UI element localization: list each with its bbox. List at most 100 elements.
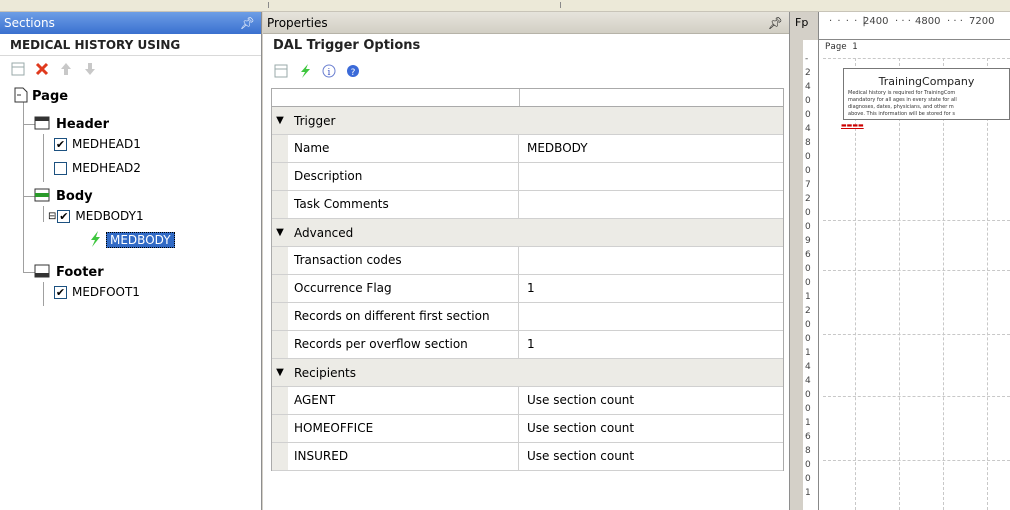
property-grid-header <box>271 88 784 107</box>
property-name: Records on different first section <box>288 303 519 330</box>
move-down-icon[interactable] <box>82 61 98 77</box>
section-checkbox[interactable]: ✔ <box>54 285 67 299</box>
property-row[interactable]: Transaction codes <box>272 247 783 275</box>
property-value[interactable]: 1 <box>519 275 783 302</box>
property-name: Task Comments <box>288 191 519 218</box>
property-row[interactable]: HOMEOFFICE Use section count <box>272 415 783 443</box>
property-name: Transaction codes <box>288 247 519 274</box>
ruler-label: 4800 <box>915 16 941 27</box>
collapse-triangle-icon[interactable]: ▼ <box>272 115 288 126</box>
property-grid: ▼ Trigger Name MEDBODY Description Task Comme… <box>271 106 784 471</box>
properties-pane: Properties 📌︎ DAL Trigger Options i ? ▼ T… <box>263 12 790 510</box>
sections-toolbar <box>0 56 261 82</box>
property-category[interactable]: ▼ Trigger <box>272 107 783 135</box>
property-row[interactable]: AGENT Use section count <box>272 387 783 415</box>
tree-node-label: Page <box>32 88 69 104</box>
property-value[interactable]: 1 <box>519 331 783 358</box>
info-icon[interactable]: i <box>321 63 337 79</box>
property-value[interactable] <box>519 247 783 274</box>
delete-icon[interactable] <box>34 61 50 77</box>
help-icon[interactable]: ? <box>345 63 361 79</box>
pin-icon[interactable]: 📌︎ <box>768 12 783 34</box>
footer-section-icon <box>34 264 50 281</box>
page-label: Page 1 <box>825 42 858 52</box>
properties-header-label: Properties <box>267 16 328 30</box>
property-row[interactable]: INSURED Use section count <box>272 443 783 471</box>
property-row[interactable]: Records per overflow section 1 <box>272 331 783 359</box>
property-category[interactable]: ▼ Recipients <box>272 359 783 387</box>
property-name: INSURED <box>288 443 519 470</box>
property-row[interactable]: Records on different first section <box>272 303 783 331</box>
tree-node-medfoot1[interactable]: ✔ MEDFOOT1 <box>54 282 140 302</box>
tree-node-medhead2[interactable]: MEDHEAD2 <box>54 158 141 178</box>
tree-node-trigger[interactable]: MEDBODY <box>88 230 175 250</box>
property-row[interactable]: Occurrence Flag 1 <box>272 275 783 303</box>
property-value[interactable] <box>519 191 783 218</box>
sections-header-label: Sections <box>4 16 55 30</box>
property-name: Occurrence Flag <box>288 275 519 302</box>
top-ruler-strip <box>0 0 1010 12</box>
property-name: AGENT <box>288 387 519 414</box>
svg-text:?: ? <box>351 68 356 78</box>
section-group-title: MEDICAL HISTORY USING <box>0 34 261 56</box>
tree-node-header[interactable]: Header <box>34 114 109 134</box>
property-value[interactable]: Use section count <box>519 415 783 442</box>
page-canvas[interactable]: Page 1 TrainingCompany Medical history i… <box>819 40 1010 510</box>
lightning-icon[interactable] <box>297 63 313 79</box>
sections-tree: Page Header ✔ MEDHEAD1 MEDHEAD2 Body ⊟ ✔… <box>0 82 261 502</box>
doc-title: TrainingCompany <box>878 75 975 88</box>
new-icon[interactable] <box>273 63 289 79</box>
properties-pane-header: Properties 📌︎ <box>263 12 789 34</box>
section-checkbox[interactable]: ✔ <box>54 137 67 151</box>
property-row[interactable]: Task Comments <box>272 191 783 219</box>
tree-node-body[interactable]: Body <box>34 186 93 206</box>
property-name: Name <box>288 135 519 162</box>
vertical-ruler: -240 0480 0720 0960 0120 0144 0016 8001 <box>803 40 819 510</box>
svg-text:i: i <box>328 68 331 78</box>
horizontal-ruler: · · · · | 2400 · · · 4800 · · · 7200 <box>819 12 1010 40</box>
tree-node-page[interactable]: Page <box>14 86 68 106</box>
new-icon[interactable] <box>10 61 26 77</box>
document-section-preview[interactable]: TrainingCompany Medical history is requi… <box>843 68 1010 120</box>
page-icon <box>14 87 28 106</box>
ruler-label: 7200 <box>969 16 995 27</box>
collapse-triangle-icon[interactable]: ▼ <box>272 367 288 378</box>
property-value[interactable]: MEDBODY <box>519 135 783 162</box>
property-name: Description <box>288 163 519 190</box>
tree-node-label: Header <box>56 116 110 132</box>
property-row[interactable]: Name MEDBODY <box>272 135 783 163</box>
tree-node-label: Footer <box>56 264 104 280</box>
collapse-icon[interactable]: ⊟ <box>48 211 56 222</box>
collapse-triangle-icon[interactable]: ▼ <box>272 227 288 238</box>
preview-pane: Fp · · · · | 2400 · · · 4800 · · · 7200 … <box>791 12 1010 510</box>
tree-node-label: MEDHEAD1 <box>72 137 141 151</box>
category-label: Recipients <box>294 365 357 380</box>
header-section-icon <box>34 116 50 133</box>
doc-text-line: above. This information will be stored f… <box>848 111 955 117</box>
property-row[interactable]: Description <box>272 163 783 191</box>
tree-node-footer[interactable]: Footer <box>34 262 104 282</box>
property-category[interactable]: ▼ Advanced <box>272 219 783 247</box>
section-checkbox[interactable] <box>54 161 67 175</box>
section-checkbox[interactable]: ✔ <box>57 209 71 223</box>
move-up-icon[interactable] <box>58 61 74 77</box>
properties-title: DAL Trigger Options <box>273 38 421 53</box>
property-name: Records per overflow section <box>288 331 519 358</box>
sections-pane-header: Sections 📌︎ <box>0 12 261 34</box>
tree-node-label: MEDFOOT1 <box>72 285 140 299</box>
tree-node-label: MEDBODY <box>106 232 175 248</box>
tree-node-medhead1[interactable]: ✔ MEDHEAD1 <box>54 134 141 154</box>
tree-node-label: MEDHEAD2 <box>72 161 141 175</box>
category-label: Trigger <box>294 113 336 128</box>
tree-node-label: Body <box>56 188 93 204</box>
tree-node-medbody1[interactable]: ⊟ ✔ MEDBODY1 <box>48 206 144 226</box>
lightning-icon <box>88 230 102 251</box>
ruler-label: 2400 <box>863 16 889 27</box>
property-value[interactable]: Use section count <box>519 443 783 470</box>
property-value[interactable] <box>519 303 783 330</box>
property-value[interactable]: Use section count <box>519 387 783 414</box>
property-value[interactable] <box>519 163 783 190</box>
pin-icon[interactable]: 📌︎ <box>240 12 255 34</box>
doc-red-mark: ▬▬▬▬ <box>841 122 864 129</box>
fp-label: Fp <box>791 12 819 40</box>
